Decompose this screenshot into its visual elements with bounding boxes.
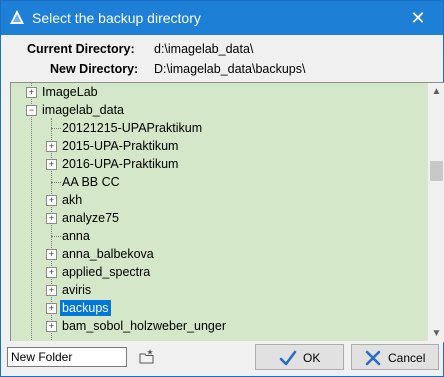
tree-item-applied-spectra[interactable]: + applied_spectra [11,263,421,281]
new-folder-icon[interactable] [138,348,156,366]
expand-icon[interactable]: + [46,141,57,152]
tree-item-imagelab-data[interactable]: − imagelab_data [11,101,421,119]
x-icon [365,350,381,366]
expand-icon[interactable]: + [46,303,57,314]
scroll-up-button[interactable]: ▲ [428,83,444,100]
tree-item-2016[interactable]: + 2016-UPA-Praktikum [11,155,421,173]
tree-item-label[interactable]: aviris [60,282,93,298]
tree-item-label[interactable]: akh [60,192,84,208]
window-title: Select the backup directory [32,10,201,26]
expand-icon[interactable]: + [26,87,37,98]
tree-item-label[interactable]: ImageLab [40,84,100,100]
tree-item-2015[interactable]: + 2015-UPA-Praktikum [11,137,421,155]
tree-item-analyze75[interactable]: + analyze75 [11,209,421,227]
tree-item-label[interactable]: anna [60,228,92,244]
tree-item-label[interactable]: applied_spectra [60,264,152,280]
tree-item-anna-balbekova[interactable]: + anna_balbekova [11,245,421,263]
tree-item-backups[interactable]: + backups [11,299,421,317]
vertical-scrollbar[interactable]: ▲ ▼ [427,83,444,342]
tree-item-label[interactable]: imagelab_data [40,102,126,118]
tree-item-label[interactable]: AA BB CC [60,174,122,190]
current-directory-value: d:\imagelab_data\ [154,42,254,56]
new-directory-label: New Directory: [50,62,139,76]
tree-item-label[interactable]: bam_sobol_holzweber_unger [60,318,228,334]
ok-button[interactable]: OK [255,344,344,370]
new-folder-name-input[interactable] [7,347,127,367]
tree-item-label[interactable]: 20121215-UPAPraktikum [60,120,204,136]
directory-tree[interactable]: + ImageLab − imagelab_data 20121215-UPAP… [10,82,444,343]
tree-item-imagelab[interactable]: + ImageLab [11,83,421,101]
bottom-bar: OK Cancel [1,341,443,376]
tree-item-aa-bb-cc[interactable]: AA BB CC [11,173,421,191]
tree-item-bam-sobol[interactable]: + bam_sobol_holzweber_unger [11,317,421,335]
close-icon: ✕ [410,8,426,28]
expand-icon[interactable]: + [46,267,57,278]
expand-icon[interactable]: + [46,213,57,224]
tree-item-label[interactable]: anna_balbekova [60,246,156,262]
expand-icon[interactable]: + [46,249,57,260]
tree-item-20121215[interactable]: 20121215-UPAPraktikum [11,119,421,137]
tree-item-label[interactable]: analyze75 [60,210,121,226]
cancel-button-label: Cancel [388,351,426,365]
dialog-window: Select the backup directory ✕ Current Di… [0,0,444,377]
current-directory-label: Current Directory: [27,42,135,56]
scroll-thumb[interactable] [430,161,443,181]
app-logo-icon [10,10,24,24]
expand-icon[interactable]: + [46,159,57,170]
expand-icon[interactable]: + [46,321,57,332]
new-directory-value: D:\imagelab_data\backups\ [154,62,306,76]
cancel-button[interactable]: Cancel [351,344,439,370]
directory-info: Current Directory: d:\imagelab_data\ New… [1,35,443,83]
collapse-icon[interactable]: − [26,105,37,116]
expand-icon[interactable]: + [46,195,57,206]
title-bar[interactable]: Select the backup directory ✕ [1,1,443,35]
tree-item-aviris[interactable]: + aviris [11,281,421,299]
close-button[interactable]: ✕ [407,7,429,29]
scroll-down-button[interactable]: ▼ [428,325,444,342]
ok-button-label: OK [303,351,321,365]
tree-item-label[interactable]: 2015-UPA-Praktikum [60,138,180,154]
tree-item-label-selected[interactable]: backups [60,300,111,316]
tree-item-anna[interactable]: anna [11,227,421,245]
tree-item-akh[interactable]: + akh [11,191,421,209]
tree-item-label[interactable]: 2016-UPA-Praktikum [60,156,180,172]
checkmark-icon [279,350,297,366]
expand-icon[interactable]: + [46,285,57,296]
